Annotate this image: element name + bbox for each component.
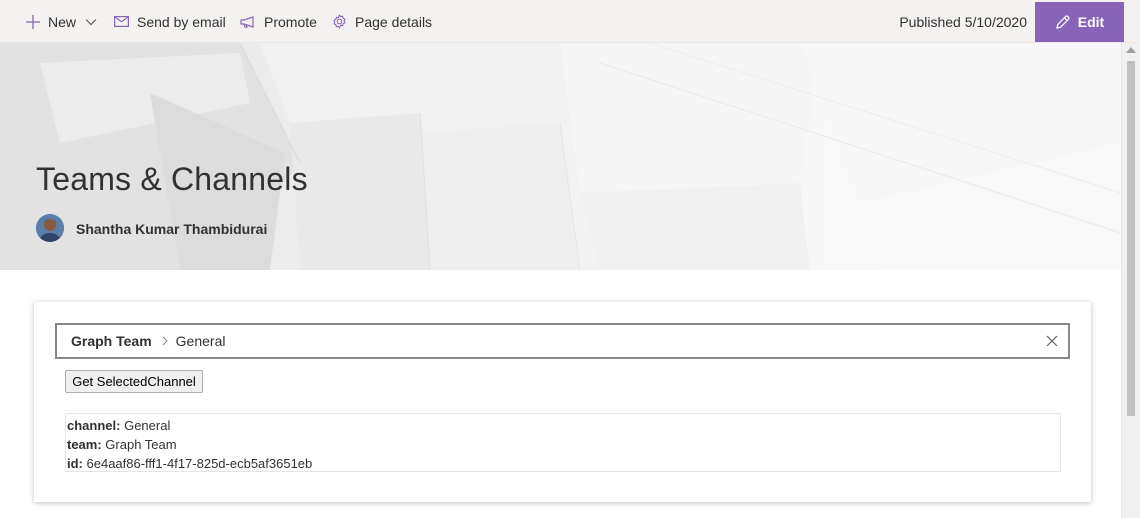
plus-icon	[26, 14, 40, 29]
hero-banner: Teams & Channels Shantha Kumar Thambidur…	[0, 43, 1121, 270]
vertical-scrollbar[interactable]	[1121, 43, 1140, 518]
promote-label: Promote	[264, 13, 317, 30]
gear-icon	[333, 14, 346, 29]
channel-value: General	[120, 418, 171, 433]
promote-button[interactable]: Promote	[240, 0, 317, 43]
chevron-down-icon	[85, 18, 97, 25]
team-channel-picker[interactable]: Graph Team General	[55, 323, 1070, 359]
author-name[interactable]: Shantha Kumar Thambidurai	[76, 221, 267, 237]
new-label: New	[48, 13, 77, 30]
new-button[interactable]: New	[26, 0, 97, 43]
webpart-card: Graph Team General Get SelectedChannel c…	[34, 302, 1091, 502]
command-bar: New Send by email Promote Page details P…	[0, 0, 1140, 43]
result-team-row: team: Graph Team	[67, 435, 1060, 454]
author-avatar[interactable]	[36, 214, 64, 242]
send-by-email-label: Send by email	[137, 13, 226, 30]
id-value: 6e4aaf86-fff1-4f17-825d-ecb5af3651eb	[82, 456, 313, 471]
scroll-up-arrow-icon[interactable]	[1126, 47, 1136, 53]
team-value: Graph Team	[101, 437, 177, 452]
result-channel-row: channel: General	[67, 416, 1060, 435]
close-icon	[1046, 335, 1058, 347]
edit-label: Edit	[1077, 14, 1105, 30]
id-key: id:	[67, 456, 83, 471]
team-key: team:	[67, 437, 102, 452]
edit-button[interactable]: Edit	[1035, 2, 1124, 42]
page-details-label: Page details	[355, 13, 433, 30]
selected-channel: General	[175, 333, 226, 349]
result-panel: channel: General team: Graph Team id: 6e…	[65, 413, 1061, 472]
selected-team: Graph Team	[71, 333, 152, 349]
megaphone-icon	[240, 15, 254, 28]
mail-icon	[114, 16, 129, 27]
page-details-button[interactable]: Page details	[332, 0, 432, 43]
send-by-email-button[interactable]: Send by email	[114, 0, 226, 43]
person-avatar-icon	[36, 214, 64, 242]
chevron-right-icon	[162, 336, 168, 346]
pencil-icon	[1056, 14, 1070, 29]
get-selected-channel-button[interactable]: Get SelectedChannel	[65, 370, 203, 393]
channel-key: channel:	[67, 418, 121, 433]
result-id-row: id: 6e4aaf86-fff1-4f17-825d-ecb5af3651eb	[67, 454, 1060, 473]
page-title: Teams & Channels	[36, 161, 308, 197]
published-status: Published 5/10/2020	[899, 13, 1027, 30]
clear-selection-button[interactable]	[1044, 333, 1060, 349]
scrollbar-thumb[interactable]	[1127, 61, 1135, 416]
